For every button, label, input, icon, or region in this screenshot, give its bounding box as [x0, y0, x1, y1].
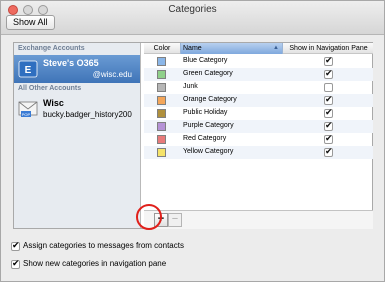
category-color-swatch[interactable]: [157, 135, 166, 144]
category-color-swatch[interactable]: [157, 122, 166, 131]
account-email: bucky.badger_history200: [43, 110, 132, 119]
show-in-navigation-checkbox[interactable]: [324, 133, 333, 144]
show-in-navigation-checkbox[interactable]: [324, 83, 333, 92]
account-item-exchange[interactable]: E Steve's O365 @wisc.edu: [14, 55, 140, 83]
column-header-show[interactable]: Show in Navigation Pane: [284, 43, 373, 54]
column-header-name-label: Name: [183, 45, 202, 52]
show-new-categories-label: Show new categories in navigation pane: [23, 259, 167, 268]
show-new-categories-checkbox[interactable]: [11, 258, 20, 269]
accounts-sidebar: Exchange Accounts E Steve's O365 @wisc.e…: [14, 43, 141, 228]
show-in-navigation-checkbox[interactable]: [324, 94, 333, 105]
show-in-navigation-checkbox[interactable]: [324, 146, 333, 157]
assign-categories-label: Assign categories to messages from conta…: [23, 241, 184, 250]
exchange-accounts-heading: Exchange Accounts: [18, 45, 85, 52]
svg-text:POP: POP: [22, 112, 31, 117]
category-color-swatch[interactable]: [157, 148, 166, 157]
table-row[interactable]: Orange Category: [144, 94, 373, 107]
table-row[interactable]: Yellow Category: [144, 146, 373, 159]
categories-panel: Exchange Accounts E Steve's O365 @wisc.e…: [13, 42, 373, 229]
show-in-navigation-checkbox[interactable]: [324, 120, 333, 131]
account-name: Wisc: [43, 98, 64, 108]
category-color-swatch[interactable]: [157, 83, 166, 92]
category-color-swatch[interactable]: [157, 57, 166, 66]
category-name: Public Holiday: [183, 109, 228, 116]
table-row[interactable]: Purple Category: [144, 120, 373, 133]
category-name: Blue Category: [183, 57, 228, 64]
column-header-color[interactable]: Color: [148, 43, 176, 54]
table-row[interactable]: Green Category: [144, 68, 373, 81]
show-in-navigation-checkbox[interactable]: [324, 55, 333, 66]
table-row[interactable]: Red Category: [144, 133, 373, 146]
column-header-name[interactable]: Name ▲: [180, 43, 283, 54]
table-row[interactable]: Public Holiday: [144, 107, 373, 120]
table-controls: + −: [144, 210, 373, 229]
window-title: Categories: [168, 4, 217, 15]
category-name: Purple Category: [183, 122, 234, 129]
category-name: Green Category: [183, 70, 233, 77]
account-item-wisc[interactable]: POP Wisc bucky.badger_history200: [14, 95, 140, 123]
svg-text:E: E: [25, 65, 32, 76]
categories-window: Categories Show All Exchange Accounts E …: [0, 0, 385, 282]
table-header: Color Name ▲ Show in Navigation Pane: [144, 43, 373, 54]
category-color-swatch[interactable]: [157, 96, 166, 105]
show-all-button[interactable]: Show All: [6, 15, 55, 30]
account-name: Steve's O365: [43, 58, 99, 68]
title-bar: Categories Show All: [1, 1, 384, 35]
category-name: Yellow Category: [183, 148, 234, 155]
category-color-swatch[interactable]: [157, 109, 166, 118]
table-row[interactable]: Blue Category: [144, 55, 373, 68]
sort-ascending-icon: ▲: [273, 45, 279, 51]
exchange-icon: E: [18, 60, 38, 78]
assign-categories-checkbox[interactable]: [11, 240, 20, 251]
remove-category-button[interactable]: −: [168, 213, 182, 227]
pop-mail-icon: POP: [18, 101, 38, 117]
category-color-swatch[interactable]: [157, 70, 166, 79]
show-in-navigation-checkbox[interactable]: [324, 107, 333, 118]
category-name: Junk: [183, 83, 198, 90]
category-name: Red Category: [183, 135, 227, 142]
account-email: @wisc.edu: [92, 70, 132, 79]
table-row[interactable]: Junk: [144, 81, 373, 94]
categories-table: Color Name ▲ Show in Navigation Pane Blu…: [144, 43, 373, 203]
category-name: Orange Category: [183, 96, 237, 103]
show-in-navigation-checkbox[interactable]: [324, 68, 333, 79]
highlight-circle: [136, 204, 162, 230]
other-accounts-heading: All Other Accounts: [18, 85, 82, 92]
